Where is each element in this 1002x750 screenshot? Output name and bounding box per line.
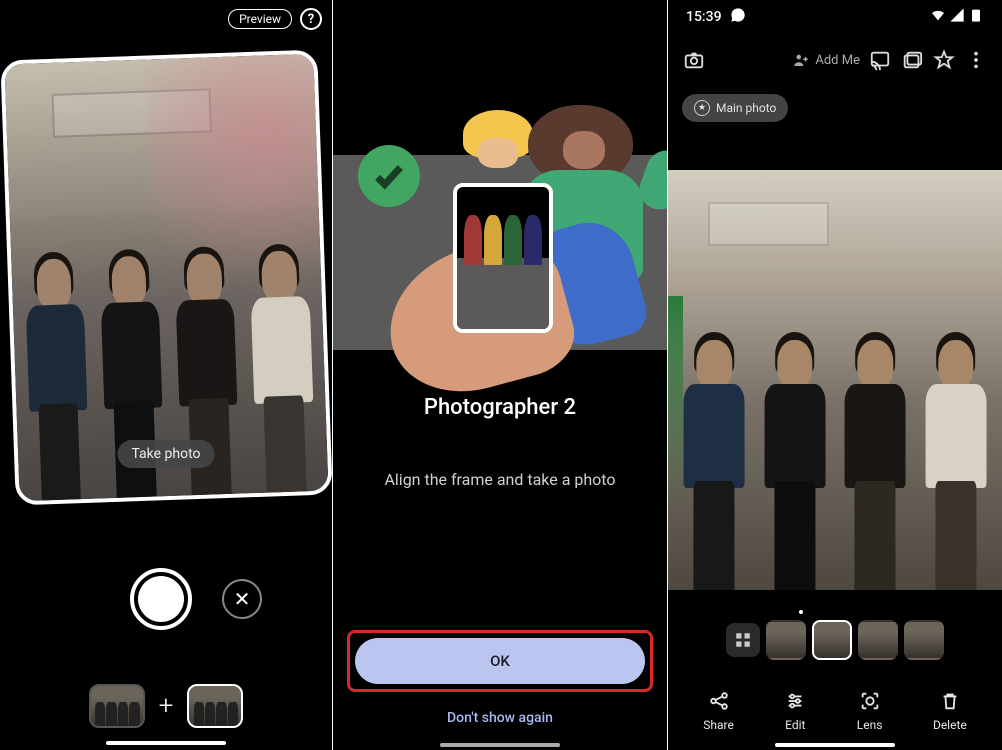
battery-icon: [968, 7, 984, 27]
add-me-label: Add Me: [815, 53, 860, 68]
status-bar: 15:39: [668, 0, 1002, 34]
illustration-phone-hand: [438, 188, 573, 358]
share-button[interactable]: Share: [703, 690, 734, 732]
camera-viewfinder: [0, 50, 332, 506]
whatsapp-notification-icon: [730, 7, 746, 27]
preview-button[interactable]: Preview: [228, 9, 292, 29]
status-time: 15:39: [686, 9, 722, 25]
photo-viewer-panel: 15:39 Add Me Main photo: [668, 0, 1002, 750]
gallery-icon[interactable]: [900, 48, 924, 72]
favorite-star-icon[interactable]: [932, 48, 956, 72]
cast-icon[interactable]: [868, 48, 892, 72]
shutter-button[interactable]: [130, 568, 192, 630]
filmstrip-selected-dot: [799, 610, 803, 614]
take-photo-hint: Take photo: [117, 440, 214, 468]
close-button[interactable]: ✕: [222, 579, 262, 619]
wifi-icon: [930, 7, 946, 27]
capture-thumbnail-row: +: [0, 684, 332, 728]
add-capture-icon[interactable]: +: [159, 691, 174, 721]
capture-thumbnail-2[interactable]: [187, 684, 243, 728]
lens-button[interactable]: Lens: [857, 690, 883, 732]
filmstrip-thumb-1[interactable]: [766, 620, 806, 660]
filmstrip-thumb-4[interactable]: [904, 620, 944, 660]
add-me-button[interactable]: Add Me: [792, 51, 860, 69]
more-menu-icon[interactable]: [964, 48, 988, 72]
tutorial-subtitle: Align the frame and take a photo: [333, 470, 667, 489]
action-bar: Share Edit Lens Delete: [668, 690, 1002, 732]
result-photo[interactable]: [668, 170, 1002, 590]
ok-button-highlight: OK: [347, 630, 653, 692]
home-indicator: [440, 743, 560, 747]
dont-show-again-link[interactable]: Don't show again: [333, 710, 667, 726]
camera-icon[interactable]: [682, 48, 706, 72]
filmstrip-thumb-2[interactable]: [812, 620, 852, 660]
home-indicator: [106, 741, 226, 745]
help-icon[interactable]: ?: [300, 8, 322, 30]
ok-button[interactable]: OK: [355, 638, 645, 684]
filmstrip-thumb-3[interactable]: [858, 620, 898, 660]
home-indicator: [775, 743, 895, 747]
camera-capture-panel: Preview ? Take photo ✕ +: [0, 0, 333, 750]
edit-button[interactable]: Edit: [784, 690, 806, 732]
delete-button[interactable]: Delete: [933, 690, 967, 732]
tutorial-panel: Photographer 2 Align the frame and take …: [333, 0, 668, 750]
tutorial-title: Photographer 2: [333, 395, 667, 420]
grid-view-button[interactable]: [726, 623, 760, 657]
signal-icon: [949, 7, 965, 27]
main-photo-chip[interactable]: Main photo: [682, 94, 788, 122]
capture-thumbnail-1[interactable]: [89, 684, 145, 728]
success-check-icon: [358, 145, 420, 207]
filmstrip: [668, 620, 1002, 660]
viewer-top-bar: Add Me: [668, 48, 1002, 72]
